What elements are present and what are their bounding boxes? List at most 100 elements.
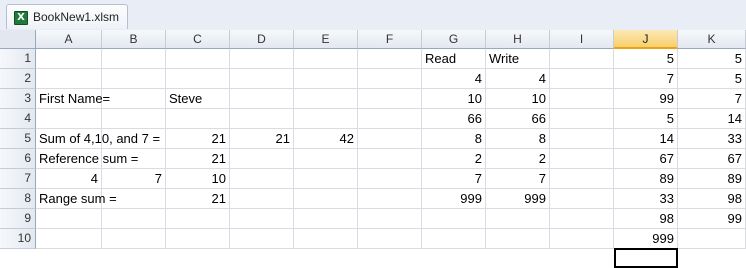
column-header-h[interactable]: H (486, 30, 550, 49)
cell-a2[interactable] (36, 69, 102, 89)
cell-c4[interactable] (166, 109, 230, 129)
cell-e7[interactable] (294, 169, 358, 189)
row-header-2[interactable]: 2 (0, 69, 36, 89)
cell-b3[interactable] (102, 89, 166, 109)
cell-c10[interactable] (166, 229, 230, 249)
cell-g6[interactable]: 2 (422, 149, 486, 169)
cell-h7[interactable]: 7 (486, 169, 550, 189)
cell-g8[interactable]: 999 (422, 189, 486, 209)
cell-j10[interactable]: 999 (614, 229, 678, 249)
cell-i5[interactable] (550, 129, 614, 149)
cell-h4[interactable]: 66 (486, 109, 550, 129)
column-header-e[interactable]: E (294, 30, 358, 49)
cell-g7[interactable]: 7 (422, 169, 486, 189)
cell-e5[interactable]: 42 (294, 129, 358, 149)
column-header-c[interactable]: C (166, 30, 230, 49)
cell-g10[interactable] (422, 229, 486, 249)
column-header-a[interactable]: A (36, 30, 102, 49)
cell-g1[interactable]: Read (422, 49, 486, 69)
row-header-4[interactable]: 4 (0, 109, 36, 129)
cell-a1[interactable] (36, 49, 102, 69)
cell-h1[interactable]: Write (486, 49, 550, 69)
cell-a6[interactable]: Reference sum = (36, 149, 138, 169)
cell-a8[interactable]: Range sum = (36, 189, 117, 209)
row-header-8[interactable]: 8 (0, 189, 36, 209)
cell-b2[interactable] (102, 69, 166, 89)
cell-c7[interactable]: 10 (166, 169, 230, 189)
select-all-corner[interactable] (0, 30, 36, 49)
cell-d3[interactable] (230, 89, 294, 109)
cell-j3[interactable]: 99 (614, 89, 678, 109)
cell-k9[interactable]: 99 (678, 209, 746, 229)
cell-d4[interactable] (230, 109, 294, 129)
cell-e10[interactable] (294, 229, 358, 249)
column-header-j[interactable]: J (614, 30, 678, 49)
cell-a9[interactable] (36, 209, 102, 229)
cell-j1[interactable]: 5 (614, 49, 678, 69)
column-header-b[interactable]: B (102, 30, 166, 49)
workbook-tab[interactable]: X BookNew1.xlsm (6, 4, 128, 29)
cell-e3[interactable] (294, 89, 358, 109)
cell-f7[interactable] (358, 169, 422, 189)
cell-h8[interactable]: 999 (486, 189, 550, 209)
cell-k6[interactable]: 67 (678, 149, 746, 169)
cell-f3[interactable] (358, 89, 422, 109)
cell-c8[interactable]: 21 (166, 189, 230, 209)
cell-j8[interactable]: 33 (614, 189, 678, 209)
cell-a5[interactable]: Sum of 4,10, and 7 = (36, 129, 160, 149)
cell-i4[interactable] (550, 109, 614, 129)
cell-e9[interactable] (294, 209, 358, 229)
cell-f8[interactable] (358, 189, 422, 209)
cell-e2[interactable] (294, 69, 358, 89)
cell-a7[interactable]: 4 (36, 169, 102, 189)
cell-f4[interactable] (358, 109, 422, 129)
cell-k3[interactable]: 7 (678, 89, 746, 109)
row-header-9[interactable]: 9 (0, 209, 36, 229)
column-header-k[interactable]: K (678, 30, 746, 49)
cell-h9[interactable] (486, 209, 550, 229)
cell-f9[interactable] (358, 209, 422, 229)
cell-b5[interactable] (102, 129, 166, 149)
cell-d6[interactable] (230, 149, 294, 169)
cell-f5[interactable] (358, 129, 422, 149)
cell-i6[interactable] (550, 149, 614, 169)
cell-k8[interactable]: 98 (678, 189, 746, 209)
cell-c9[interactable] (166, 209, 230, 229)
cell-k4[interactable]: 14 (678, 109, 746, 129)
cell-e6[interactable] (294, 149, 358, 169)
cell-k5[interactable]: 33 (678, 129, 746, 149)
cell-g5[interactable]: 8 (422, 129, 486, 149)
cell-k7[interactable]: 89 (678, 169, 746, 189)
cell-j5[interactable]: 14 (614, 129, 678, 149)
cell-d8[interactable] (230, 189, 294, 209)
row-header-6[interactable]: 6 (0, 149, 36, 169)
cell-c2[interactable] (166, 69, 230, 89)
cell-d5[interactable]: 21 (230, 129, 294, 149)
column-header-i[interactable]: I (550, 30, 614, 49)
cell-j7[interactable]: 89 (614, 169, 678, 189)
cell-f2[interactable] (358, 69, 422, 89)
column-header-g[interactable]: G (422, 30, 486, 49)
cell-b4[interactable] (102, 109, 166, 129)
cell-f10[interactable] (358, 229, 422, 249)
cell-a4[interactable] (36, 109, 102, 129)
cell-g4[interactable]: 66 (422, 109, 486, 129)
cell-b10[interactable] (102, 229, 166, 249)
row-header-5[interactable]: 5 (0, 129, 36, 149)
cell-h5[interactable]: 8 (486, 129, 550, 149)
cell-f1[interactable] (358, 49, 422, 69)
cell-g3[interactable]: 10 (422, 89, 486, 109)
cell-a3[interactable]: First Name= (36, 89, 110, 109)
cell-c3[interactable]: Steve (166, 89, 230, 109)
cell-i3[interactable] (550, 89, 614, 109)
row-header-10[interactable]: 10 (0, 229, 36, 249)
cell-h3[interactable]: 10 (486, 89, 550, 109)
cell-c1[interactable] (166, 49, 230, 69)
cell-e8[interactable] (294, 189, 358, 209)
cell-h2[interactable]: 4 (486, 69, 550, 89)
column-header-f[interactable]: F (358, 30, 422, 49)
cell-j6[interactable]: 67 (614, 149, 678, 169)
cell-b1[interactable] (102, 49, 166, 69)
cell-e1[interactable] (294, 49, 358, 69)
cell-k10[interactable] (678, 229, 746, 249)
